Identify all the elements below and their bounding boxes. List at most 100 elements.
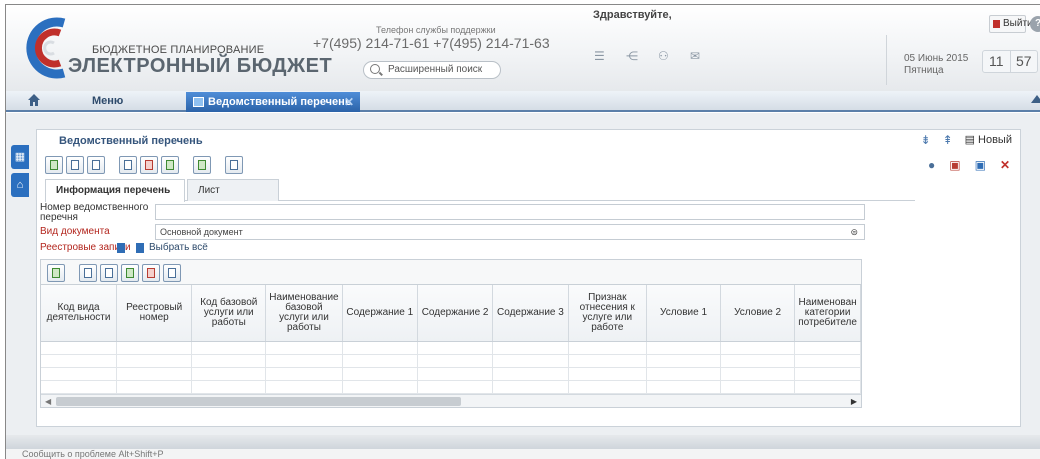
table-cell[interactable] [568,354,648,368]
table-cell[interactable] [492,354,569,368]
table-cell[interactable] [191,380,267,394]
export-icon[interactable] [119,156,137,174]
table-cell[interactable] [191,354,267,368]
table-cell[interactable] [720,341,796,355]
scroll-left-icon[interactable]: ◀ [45,397,51,406]
table-row[interactable] [41,380,861,394]
info-icon[interactable]: ● [928,158,935,172]
table-cell[interactable] [794,367,861,381]
table-cell[interactable] [646,380,722,394]
table-cell[interactable] [794,341,861,355]
tab-vedomstvenny-perechen[interactable]: Ведомственный перечень ✕ [186,92,360,112]
scroll-right-icon[interactable]: ▶ [851,397,857,406]
menu-button[interactable]: Меню [92,95,123,107]
table-cell[interactable] [417,354,494,368]
calculator-icon[interactable]: ▦ [11,145,29,169]
table-row[interactable] [41,367,861,381]
table-cell[interactable] [568,341,648,355]
copy-icon[interactable] [66,156,84,174]
help-icon[interactable]: ? [1030,16,1040,32]
grid-column-header[interactable]: Код базовой услуги или работы [191,285,267,342]
table-cell[interactable] [191,341,267,355]
expand-all-icon[interactable]: ⇟ [921,134,933,146]
grid-column-header[interactable]: Содержание 2 [417,285,494,342]
table-cell[interactable] [41,354,118,368]
table-cell[interactable] [342,380,418,394]
number-field[interactable] [155,204,865,220]
table-cell[interactable] [492,341,569,355]
horizontal-scrollbar[interactable]: ◀ ▶ [41,394,861,407]
excel-icon[interactable] [193,156,211,174]
scroll-thumb[interactable] [56,397,461,406]
grid-column-header[interactable]: Код вида деятельности [41,285,118,342]
table-cell[interactable] [116,341,193,355]
hierarchy-icon[interactable]: ⋲ [626,50,642,62]
download-icon[interactable]: ▣ [975,158,986,172]
table-cell[interactable] [342,341,418,355]
collapse-header-icon[interactable] [1031,95,1040,103]
delete-icon[interactable]: ✕ [1000,158,1010,172]
table-cell[interactable] [794,380,861,394]
table-cell[interactable] [417,341,494,355]
edit-row-icon[interactable] [79,264,97,282]
add-row-icon[interactable] [47,264,65,282]
list-icon[interactable]: ☰ [594,50,610,62]
table-row[interactable] [41,354,861,368]
table-cell[interactable] [720,354,796,368]
table-cell[interactable] [492,367,569,381]
table-cell[interactable] [191,367,267,381]
print-icon[interactable] [225,156,243,174]
grid-column-header[interactable]: Содержание 1 [342,285,418,342]
table-cell[interactable] [116,367,193,381]
grid-column-header[interactable]: Условие 1 [646,285,722,342]
mail-icon[interactable]: ✉ [690,50,706,62]
table-cell[interactable] [646,354,722,368]
table-cell[interactable] [492,380,569,394]
filter-icon[interactable] [121,264,139,282]
table-cell[interactable] [720,367,796,381]
table-cell[interactable] [116,354,193,368]
download-pdf-icon[interactable]: ▣ [949,158,960,172]
home-icon[interactable] [28,94,40,106]
table-cell[interactable] [41,341,118,355]
table-cell[interactable] [794,354,861,368]
table-row[interactable] [41,341,861,355]
download-green-icon[interactable] [161,156,179,174]
grid-column-header[interactable]: Наименование базовой услуги или работы [265,285,343,342]
table-cell[interactable] [646,367,722,381]
grid-column-header[interactable]: Наименован категории потребителе [794,285,861,342]
table-cell[interactable] [342,367,418,381]
table-cell[interactable] [265,341,343,355]
print-grid-icon[interactable] [163,264,181,282]
select-all-icon[interactable] [136,243,144,253]
search-input[interactable]: Расширенный поиск [363,61,501,79]
table-cell[interactable] [568,380,648,394]
grid-column-header[interactable]: Условие 2 [720,285,796,342]
table-cell[interactable] [417,367,494,381]
building-icon[interactable]: ⌂ [11,173,29,197]
table-cell[interactable] [265,367,343,381]
download-red-icon[interactable] [140,156,158,174]
table-cell[interactable] [116,380,193,394]
select-all-link[interactable]: Выбрать всё [149,242,208,253]
table-cell[interactable] [41,380,118,394]
grid-column-header[interactable]: Реестровый номер [116,285,193,342]
logout-button[interactable]: Выйти [989,15,1033,33]
collapse-all-icon[interactable]: ⇞ [943,134,955,146]
tab-approval[interactable]: Лист согласования [187,179,279,217]
table-cell[interactable] [568,367,648,381]
clear-filter-icon[interactable] [142,264,160,282]
table-cell[interactable] [646,341,722,355]
row-view-icon[interactable] [100,264,118,282]
table-cell[interactable] [342,354,418,368]
table-cell[interactable] [417,380,494,394]
table-cell[interactable] [265,380,343,394]
grid-column-header[interactable]: Признак отнесения к услуге или работе [568,285,648,342]
new-button[interactable]: ▤ Новый [965,133,1012,146]
bookmark-icon[interactable] [117,243,125,253]
table-cell[interactable] [720,380,796,394]
add-icon[interactable] [45,156,63,174]
close-tab-icon[interactable]: ✕ [344,92,354,112]
users-icon[interactable]: ⚇ [658,50,674,62]
tab-info[interactable]: Информация перечень [45,179,185,202]
